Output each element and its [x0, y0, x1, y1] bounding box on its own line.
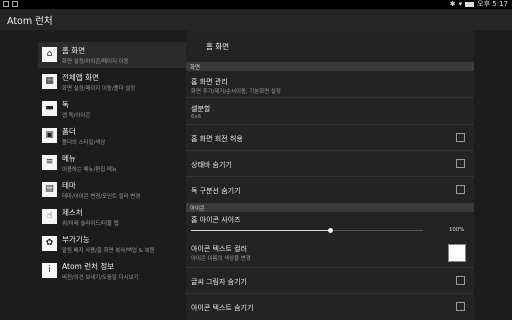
menu-icon: ≡ [42, 155, 57, 170]
status-bar: ✱ ▾ 오후 5:17 [0, 0, 512, 9]
setting-row-grid[interactable]: 셀분할 6x6 [186, 98, 474, 125]
sidebar-item-all-apps[interactable]: ▦ 전체앱 화면 화면 설정/페이지 이동/폴더 설정 [38, 69, 186, 95]
setting-subtitle: 화면 추가/제거/순서이동, 기본화면 설정 [191, 89, 281, 95]
sidebar-item-sub: 이용하는 메뉴/편집 메뉴 [62, 167, 117, 173]
setting-row-manage-home[interactable]: 홈 화면 관리 화면 추가/제거/순서이동, 기본화면 설정 [186, 71, 474, 98]
setting-row-text-shadow[interactable]: 글씨 그림자 숨기기 [186, 268, 474, 294]
panel-header: 홈 화면 [186, 30, 474, 62]
sidebar-item-sub: 화면 설정/페이지 이동/폴더 설정 [62, 86, 136, 92]
sidebar-item-menu[interactable]: ≡ 메뉴 이용하는 메뉴/편집 메뉴 [38, 150, 186, 176]
rotate-checkbox[interactable] [456, 133, 465, 142]
sidebar-item-label: 테마 [62, 181, 76, 190]
settings-sidebar: ⌂ 홈 화면 화면 설정/아이콘/페이지 이동 ▦ 전체앱 화면 화면 설정/페… [38, 40, 186, 320]
sidebar-item-gesture[interactable]: ☝ 제스처 위/아래 슬라이드/더블 탭 [38, 204, 186, 230]
setting-title: 홈 화면 회전 허용 [191, 135, 243, 143]
slider-fill [191, 230, 331, 231]
system-tray: ✱ ▾ 오후 5:17 [450, 0, 508, 9]
sidebar-item-sub: 위/아래 슬라이드/더블 탭 [62, 221, 119, 227]
hide-statusbar-checkbox[interactable] [456, 159, 465, 168]
setting-title: 홈 아이콘 사이즈 [191, 216, 241, 224]
setting-title: 아이콘 텍스트 숨기기 [191, 304, 254, 312]
setting-title: 아이콘 텍스트 컬러 [191, 245, 247, 253]
sidebar-item-about[interactable]: i Atom 런처 정보 버전/의견 보내기/도움말 다시보기 [38, 258, 186, 284]
info-icon: i [42, 263, 57, 278]
sidebar-item-home[interactable]: ⌂ 홈 화면 화면 설정/아이콘/페이지 이동 [38, 42, 186, 68]
setting-row-hide-dock-divider[interactable]: 독 구분선 숨기기 [186, 177, 474, 203]
setting-title: 독 구분선 숨기기 [191, 187, 241, 195]
settings-panel: 홈 화면 화면 홈 화면 관리 화면 추가/제거/순서이동, 기본화면 설정 셀… [186, 30, 474, 320]
wifi-icon: ▾ [458, 0, 463, 8]
sidebar-item-folder[interactable]: ▣ 폴더 폴더의 스타일/색상 [38, 123, 186, 149]
sidebar-item-label: 독 [62, 100, 69, 109]
sidebar-item-sub: 알림 배지 사용/홈 화면 복사/백업 & 복원 [62, 248, 155, 254]
notification-icon [3, 1, 9, 7]
theme-icon: ▤ [42, 182, 57, 197]
sidebar-item-addons[interactable]: ✿ 부가기능 알림 배지 사용/홈 화면 복사/백업 & 복원 [38, 231, 186, 257]
dock-icon: ▬ [42, 101, 57, 116]
sidebar-item-sub: 버전/의견 보내기/도움말 다시보기 [62, 275, 139, 281]
section-label: 화면 [190, 65, 200, 71]
section-header-screen: 화면 [186, 62, 474, 71]
setting-subtitle: 6x6 [191, 114, 202, 120]
sidebar-item-sub: 화면 설정/아이콘/페이지 이동 [62, 59, 129, 65]
text-shadow-checkbox[interactable] [456, 276, 465, 285]
clock: 오후 5:17 [477, 0, 508, 8]
sidebar-item-sub: 폴더의 스타일/색상 [62, 140, 106, 146]
setting-title: 홈 화면 관리 [191, 78, 228, 86]
sidebar-item-label: 전체앱 화면 [62, 73, 99, 82]
app-bar: Atom 런처 [0, 9, 512, 30]
sidebar-item-dock[interactable]: ▬ 독 앱 독/아이콘 [38, 96, 186, 122]
setting-title: 상태바 숨기기 [191, 161, 232, 169]
notification-icon [12, 1, 18, 7]
sidebar-item-label: 폴더 [62, 127, 76, 136]
gesture-icon: ☝ [42, 209, 57, 224]
setting-row-hide-statusbar[interactable]: 상태바 숨기기 [186, 151, 474, 177]
app-title: Atom 런처 [7, 16, 53, 27]
sidebar-item-sub: 앱 독/아이콘 [62, 113, 91, 119]
home-icon: ⌂ [42, 47, 57, 62]
sidebar-item-label: 부가기능 [62, 235, 90, 244]
setting-title: 글씨 그림자 숨기기 [191, 278, 247, 286]
setting-row-hide-icon-text[interactable]: 아이콘 텍스트 숨기기 [186, 294, 474, 320]
sidebar-item-label: Atom 런처 정보 [62, 262, 115, 271]
sidebar-item-theme[interactable]: ▤ 테마 테마/아이콘 변경/포인트 컬러 변경 [38, 177, 186, 203]
battery-icon [465, 2, 475, 7]
folder-icon: ▣ [42, 128, 57, 143]
section-header-icon: 아이콘 [186, 203, 474, 212]
hide-icon-text-checkbox[interactable] [456, 302, 465, 311]
panel-title: 홈 화면 [206, 42, 230, 51]
text-color-swatch[interactable] [448, 244, 466, 262]
hide-dock-divider-checkbox[interactable] [456, 185, 465, 194]
sidebar-item-label: 홈 화면 [62, 46, 86, 55]
icon-size-slider[interactable] [191, 228, 423, 233]
app-grid-icon: ▦ [42, 74, 57, 89]
setting-title: 셀분할 [191, 105, 211, 113]
bluetooth-icon: ✱ [449, 0, 456, 8]
section-label: 아이콘 [190, 206, 205, 212]
setting-row-rotate[interactable]: 홈 화면 회전 허용 [186, 125, 474, 151]
notification-icons [3, 1, 18, 7]
setting-subtitle: 아이콘 이름의 색상을 변경 [191, 256, 251, 262]
sidebar-item-label: 제스처 [62, 208, 83, 217]
addon-icon: ✿ [42, 236, 57, 251]
setting-row-text-color[interactable]: 아이콘 텍스트 컬러 아이콘 이름의 색상을 변경 [186, 238, 474, 268]
sidebar-item-label: 메뉴 [62, 154, 76, 163]
setting-row-icon-size: 홈 아이콘 사이즈 [186, 212, 474, 238]
sidebar-item-sub: 테마/아이콘 변경/포인트 컬러 변경 [62, 194, 141, 200]
icon-size-value: 100% [449, 227, 465, 233]
